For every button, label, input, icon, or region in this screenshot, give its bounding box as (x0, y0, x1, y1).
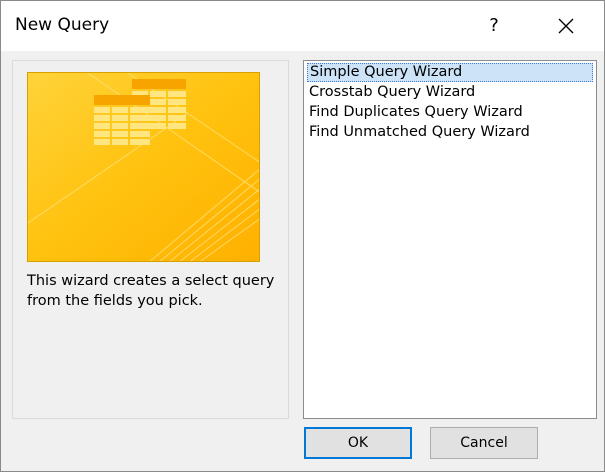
window-title: New Query (15, 15, 110, 35)
wizard-preview-panel: This wizard creates a select query from … (12, 60, 289, 419)
wizard-description: This wizard creates a select query from … (27, 273, 275, 309)
list-item-crosstab-query-wizard[interactable]: Crosstab Query Wizard (307, 83, 593, 102)
list-item-simple-query-wizard[interactable]: Simple Query Wizard (307, 63, 593, 82)
ok-button[interactable]: OK (304, 427, 412, 459)
list-item-find-unmatched-query-wizard[interactable]: Find Unmatched Query Wizard (307, 123, 593, 142)
help-button[interactable]: ? (477, 9, 511, 43)
new-query-dialog: New Query ? This wizard creates a select… (0, 0, 605, 472)
close-icon (558, 18, 574, 34)
query-wizard-illustration-icon (28, 73, 259, 261)
title-bar: New Query ? (1, 1, 604, 51)
wizard-preview-image (27, 72, 260, 262)
wizard-list[interactable]: Simple Query Wizard Crosstab Query Wizar… (303, 60, 597, 419)
close-button[interactable] (549, 9, 583, 43)
list-item-find-duplicates-query-wizard[interactable]: Find Duplicates Query Wizard (307, 103, 593, 122)
cancel-button[interactable]: Cancel (430, 427, 538, 459)
